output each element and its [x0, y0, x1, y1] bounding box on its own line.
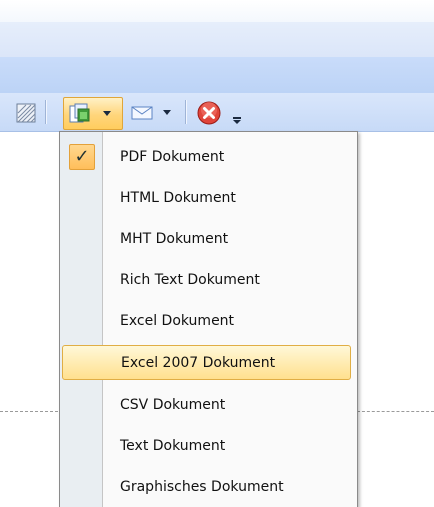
page-divider-left [0, 411, 58, 412]
menu-item-excel[interactable]: Excel Dokument [62, 304, 353, 337]
export-button[interactable] [63, 97, 123, 130]
menu-item-rtf[interactable]: Rich Text Dokument [62, 263, 353, 296]
page-divider-right [357, 411, 434, 412]
window-top-band [0, 0, 434, 22]
menu-item-csv[interactable]: CSV Dokument [62, 388, 353, 421]
menu-item-label: Text Dokument [120, 437, 226, 454]
menu-item-label: Excel Dokument [120, 312, 235, 329]
menu-item-label: MHT Dokument [120, 230, 229, 247]
menu-item-mht[interactable]: MHT Dokument [62, 222, 353, 255]
menu-item-text[interactable]: Text Dokument [62, 429, 353, 462]
close-icon[interactable] [197, 101, 221, 125]
menu-item-label: PDF Dokument [120, 148, 225, 165]
menu-item-label: HTML Dokument [120, 189, 236, 206]
mail-icon [131, 106, 153, 120]
menu-item-html[interactable]: HTML Dokument [62, 181, 353, 214]
menu-item-label: Rich Text Dokument [120, 271, 260, 288]
menu-item-label: Excel 2007 Dokument [121, 354, 276, 371]
export-format-menu: ✓ PDF Dokument HTML Dokument MHT Dokumen… [59, 131, 358, 507]
check-icon: ✓ [69, 144, 95, 170]
menu-item-pdf[interactable]: ✓ PDF Dokument [62, 140, 353, 173]
ribbon-band [0, 57, 434, 93]
menu-item-graphic[interactable]: Graphisches Dokument [62, 470, 353, 503]
menu-item-label: Graphisches Dokument [120, 478, 284, 495]
title-band [0, 22, 434, 57]
send-mail-button[interactable] [127, 102, 175, 124]
chevron-down-icon [163, 110, 171, 115]
chevron-down-icon [103, 111, 111, 116]
export-icon [69, 103, 90, 123]
menu-item-excel-2007[interactable]: Excel 2007 Dokument [62, 345, 351, 380]
hatch-icon[interactable] [15, 102, 37, 124]
menu-item-label: CSV Dokument [120, 396, 226, 413]
overflow-icon[interactable] [229, 108, 245, 126]
toolbar-separator [185, 100, 186, 124]
toolbar-separator [45, 100, 46, 124]
